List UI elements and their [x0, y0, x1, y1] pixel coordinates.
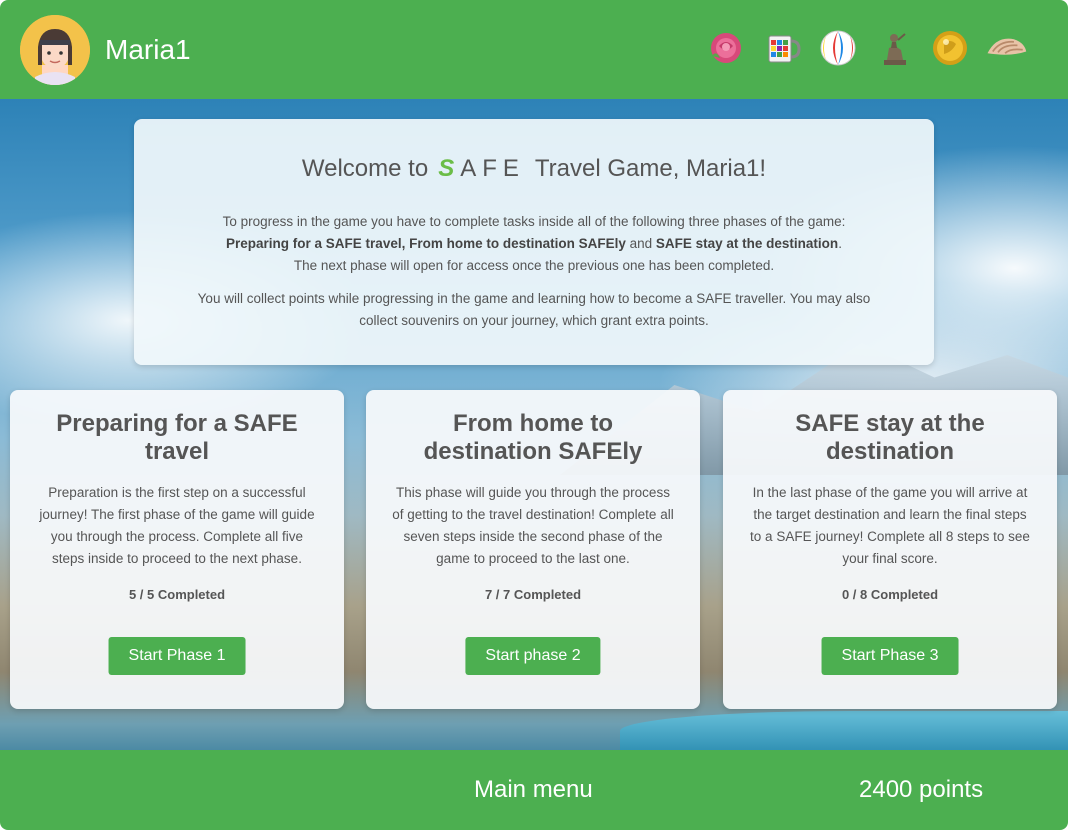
username: Maria1 [105, 34, 191, 65]
mug-souvenir-icon[interactable] [760, 26, 804, 70]
points-total: 2400 points [859, 776, 984, 803]
intro-period: . [838, 236, 842, 251]
welcome-title-prefix: Welcome to [301, 155, 429, 182]
intro-line-3: The next phase will open for access once… [293, 258, 775, 273]
souvenir-collection [704, 26, 1028, 70]
start-phase-2-button[interactable]: Start phase 2 [465, 637, 601, 675]
phase-card-3: SAFE stay at the destination In the last… [723, 390, 1057, 709]
safe-logo-s: S [438, 155, 455, 182]
river-backdrop [620, 711, 1068, 751]
phase-title: SAFE stay at the destination [795, 410, 985, 465]
intro-line-1: To progress in the game you have to comp… [222, 214, 846, 229]
phase-title: From home to destination SAFEly [423, 410, 643, 465]
rose-souvenir-icon[interactable] [704, 26, 748, 70]
safe-logo: S AFE [438, 155, 525, 183]
phase-progress: 7 / 7 Completed [484, 587, 582, 602]
phase-description: This phase will guide you through the pr… [392, 485, 674, 566]
phase-card-2: From home to destination SAFEly This pha… [366, 390, 700, 709]
intro-paragraph-1: To progress in the game you have to comp… [194, 211, 874, 277]
beach-ball-souvenir-icon[interactable] [816, 26, 860, 70]
phase-progress: 0 / 8 Completed [841, 587, 939, 602]
main-menu-link[interactable]: Main menu [474, 776, 593, 804]
start-phase-3-button[interactable]: Start Phase 3 [821, 637, 959, 675]
gold-coin-souvenir-icon[interactable] [928, 26, 972, 70]
game-app: Maria1 Welcome to S AFE Travel Game, Mar… [0, 0, 1068, 830]
intro-paragraph-2: You will collect points while progressin… [197, 291, 871, 328]
phase-description: Preparation is the first step on a succe… [39, 485, 315, 566]
welcome-title: Welcome to S AFE Travel Game, Maria1! [134, 155, 934, 183]
safe-logo-rest: AFE [460, 155, 525, 182]
intro-last-phase-name: SAFE stay at the destination [655, 236, 839, 251]
start-phase-1-button[interactable]: Start Phase 1 [108, 637, 246, 675]
welcome-panel: Welcome to S AFE Travel Game, Maria1! To… [134, 119, 934, 365]
seashell-souvenir-icon[interactable] [984, 26, 1028, 70]
top-bar: Maria1 [0, 0, 1068, 100]
statue-souvenir-icon[interactable] [872, 26, 916, 70]
phase-progress: 5 / 5 Completed [128, 587, 226, 602]
phase-card-1: Preparing for a SAFE travel Preparation … [10, 390, 344, 709]
footer-bar: Main menu 2400 points [0, 750, 1068, 830]
welcome-title-suffix: Travel Game, Maria1! [534, 155, 767, 182]
intro-phase-names: Preparing for a SAFE travel, From home t… [226, 236, 626, 251]
intro-text: To progress in the game you have to comp… [194, 211, 874, 332]
phase-description: In the last phase of the game you will a… [750, 485, 1030, 566]
phase-title: Preparing for a SAFE travel [56, 410, 298, 465]
intro-and-text: and [625, 236, 656, 251]
avatar[interactable] [20, 15, 90, 85]
